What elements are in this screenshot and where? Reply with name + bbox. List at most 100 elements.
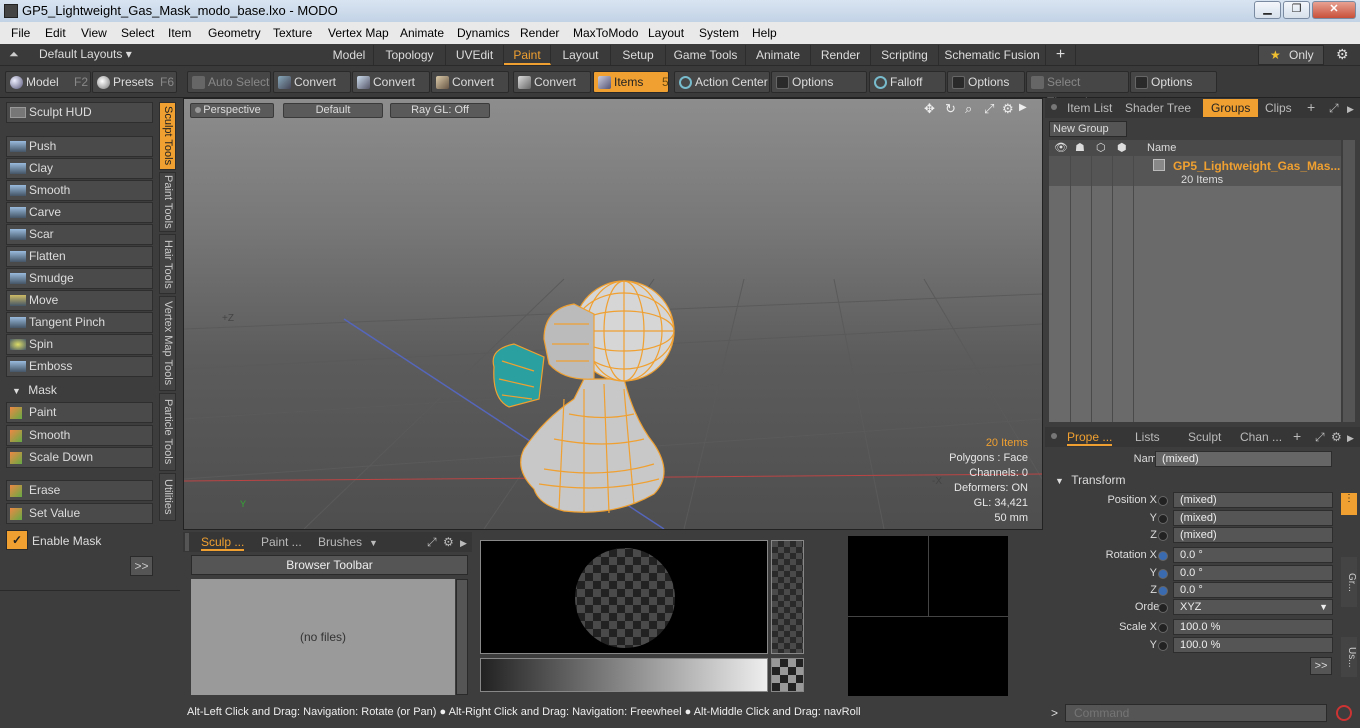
options-button-3[interactable]: Options [1130,71,1217,93]
enable-mask-checkbox[interactable]: ✓ [6,530,28,550]
panel-menu-arrow-icon[interactable]: ▶ [1347,104,1354,115]
rotation-y-key[interactable] [1158,569,1168,579]
menu-view[interactable]: View [81,26,107,40]
order-dropdown[interactable]: XYZ ▼ [1173,599,1333,615]
menu-select[interactable]: Select [121,26,154,40]
add-tab-button[interactable]: + [1307,99,1315,115]
tab-paint-presets[interactable]: Paint ... [261,535,302,549]
tool-smooth[interactable]: Smooth [6,180,153,201]
menu-help[interactable]: Help [752,26,777,40]
panel-menu-arrow-icon[interactable]: ▶ [460,538,467,549]
tool-emboss[interactable]: Emboss [6,356,153,377]
command-input[interactable] [1065,704,1327,722]
tool-smudge[interactable]: Smudge [6,268,153,289]
render-icon[interactable]: ☗ [1075,141,1085,154]
tabs-dropdown-icon[interactable]: ▼ [369,538,378,548]
panel-gear-icon[interactable]: ⚙ [443,535,454,549]
menu-vertex-map[interactable]: Vertex Map [328,26,389,40]
menu-texture[interactable]: Texture [273,26,312,40]
group-row[interactable]: GP5_Lightweight_Gas_Mas... 20 Items [1049,156,1341,186]
tab-groups[interactable]: Groups [1203,99,1259,117]
tool-tangent-pinch[interactable]: Tangent Pinch [6,312,153,333]
vtab-hair-tools[interactable]: Hair Tools [159,234,176,294]
vtab-vertex-map-tools[interactable]: Vertex Map Tools [159,296,176,391]
transform-header[interactable]: ▼ Transform [1049,472,1334,488]
menu-system[interactable]: System [699,26,739,40]
scale-x-key[interactable] [1158,623,1168,633]
tab-channels[interactable]: Chan ... [1240,430,1282,444]
tab-schematic-fusion[interactable]: Schematic Fusion [939,45,1046,65]
browser-toolbar-button[interactable]: Browser Toolbar [191,555,468,575]
tab-setup[interactable]: Setup [611,45,666,65]
gear-icon[interactable]: ⚙ [1336,46,1349,63]
select-icon[interactable]: ⬢ [1117,141,1127,154]
position-z-field[interactable]: (mixed) [1173,527,1333,543]
menu-animate[interactable]: Animate [400,26,444,40]
tab-item-list[interactable]: Item List [1067,101,1112,115]
scale-y-field[interactable]: 100.0 % [1173,637,1333,653]
menu-maxtomodo[interactable]: MaxToModo [573,26,638,40]
select-through-button[interactable]: Select Through [1026,71,1129,109]
presets-button[interactable]: Presets F6 [92,71,177,93]
browser-scrollbar[interactable] [456,579,468,695]
position-x-key[interactable] [1158,496,1168,506]
menu-layout[interactable]: Layout [648,26,684,40]
mask-paint[interactable]: Paint [6,402,153,423]
tab-sculpt-presets[interactable]: Sculp ... [201,535,245,551]
groups-list[interactable]: 👁 ☗ ⬡ ⬢ Name GP5_Lightweight_Gas_Mas... … [1049,140,1341,422]
rotation-x-field[interactable]: 0.0 ° [1173,547,1333,563]
vtab-utilities[interactable]: Utilities [159,473,176,521]
tab-uvedit[interactable]: UVEdit [446,45,504,65]
tab-clips[interactable]: Clips [1265,101,1292,115]
only-toggle[interactable]: ★ Only [1258,45,1324,65]
convert-button-2[interactable]: Convert [352,71,430,93]
maximize-panel-icon[interactable]: ⤢ [1329,101,1339,116]
side-tab-groups[interactable]: Gr... [1341,557,1357,607]
auto-select-button[interactable]: Auto Select [187,71,271,93]
tool-flatten[interactable]: Flatten [6,246,153,267]
sculpt-hud-button[interactable]: Sculpt HUD [6,102,153,123]
convert-button-3[interactable]: Convert [431,71,509,93]
maximize-button[interactable]: ❐ [1283,1,1310,19]
add-tab-button[interactable]: + [1293,428,1301,444]
record-icon[interactable] [1336,705,1352,721]
visibility-eye-icon[interactable]: 👁 [1054,141,1068,154]
new-group-button[interactable]: New Group [1049,121,1127,137]
tab-scripting[interactable]: Scripting [871,45,939,65]
value-gradient-strip[interactable] [480,658,768,692]
menu-edit[interactable]: Edit [45,26,66,40]
menu-render[interactable]: Render [520,26,559,40]
position-y-field[interactable]: (mixed) [1173,510,1333,526]
position-y-key[interactable] [1158,514,1168,524]
erase-button[interactable]: Erase [6,480,153,501]
panel-menu-arrow-icon[interactable]: ▶ [1347,433,1354,444]
file-browser[interactable]: (no files) [191,579,455,695]
rotation-z-field[interactable]: 0.0 ° [1173,582,1333,598]
tab-shader-tree[interactable]: Shader Tree [1125,101,1191,115]
tab-sculpt[interactable]: Sculpt [1188,430,1221,444]
position-z-key[interactable] [1158,531,1168,541]
tab-layout[interactable]: Layout [551,45,611,65]
menu-geometry[interactable]: Geometry [208,26,261,40]
tool-push[interactable]: Push [6,136,153,157]
convert-button-4[interactable]: Convert [513,71,591,93]
menu-file[interactable]: File [11,26,30,40]
tool-move[interactable]: Move [6,290,153,311]
tab-animate[interactable]: Animate [746,45,811,65]
tab-paint[interactable]: Paint [504,45,551,65]
scale-x-field[interactable]: 100.0 % [1173,619,1333,635]
tool-scar[interactable]: Scar [6,224,153,245]
rotation-z-key[interactable] [1158,586,1168,596]
set-value-button[interactable]: Set Value [6,503,153,524]
tab-lists[interactable]: Lists [1135,430,1160,444]
model-button[interactable]: Model F2 [5,71,91,93]
maximize-panel-icon[interactable]: ⤢ [427,535,437,550]
rotation-x-key[interactable] [1158,551,1168,561]
expand-button[interactable]: >> [130,556,153,576]
minimize-button[interactable]: ▁ [1254,1,1281,19]
tab-properties[interactable]: Prope ... [1067,430,1113,446]
groups-scrollbar[interactable] [1343,140,1355,422]
items-button[interactable]: Items 5 [593,71,669,93]
layouts-icon[interactable]: ⏶ [9,47,19,62]
mask-header[interactable]: ▼ Mask [6,381,153,399]
